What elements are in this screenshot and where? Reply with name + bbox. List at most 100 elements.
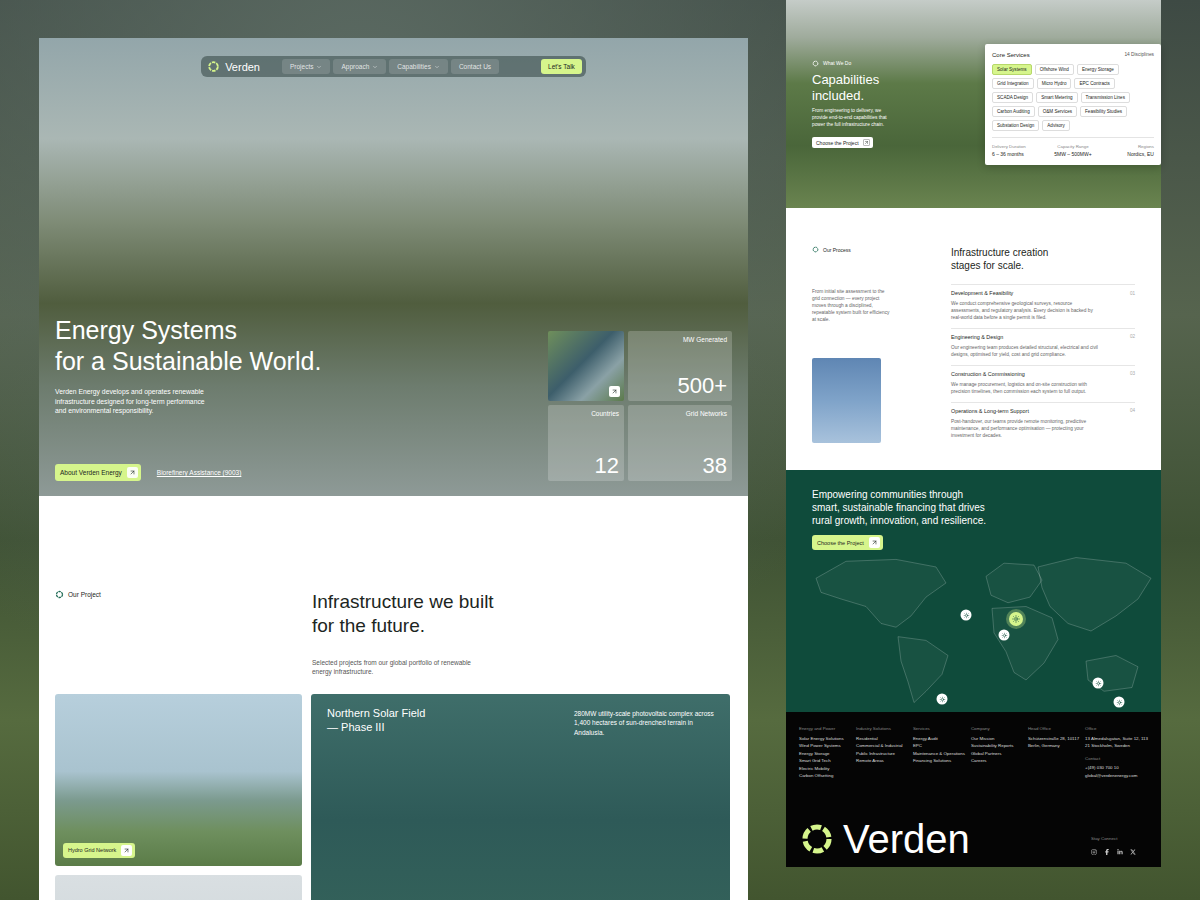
map-pin[interactable]	[1009, 612, 1023, 626]
service-chip[interactable]: Transmission Lines	[1081, 92, 1130, 103]
footer-link[interactable]: Energy Audit	[913, 736, 965, 741]
sun-icon	[939, 696, 945, 702]
community-title: Empowering communities through smart, su…	[812, 488, 990, 527]
hero-link[interactable]: Biorefinery Assistance (9003)	[157, 469, 242, 476]
nav-item[interactable]: Capabilities	[389, 59, 448, 74]
footer-link[interactable]: Energy Storage	[799, 751, 850, 756]
featured-description: 280MW utility-scale photovoltaic complex…	[574, 709, 714, 737]
navbar: Verden ProjectsApproachCapabilitiesContac…	[201, 56, 586, 77]
featured-project-card[interactable]: Northern Solar Field— Phase III280MW uti…	[311, 694, 730, 900]
nav-item[interactable]: Approach	[333, 59, 386, 74]
stat-tile: Countries12	[548, 405, 624, 481]
arrow-up-right-icon	[871, 539, 878, 546]
sun-icon	[1116, 699, 1122, 705]
project-card[interactable]: Hydro Grid Network	[55, 694, 302, 866]
service-chip[interactable]: Solar Systems	[992, 64, 1032, 75]
footer-link[interactable]: Solar Energy Solutions	[799, 736, 850, 741]
about-button[interactable]: About Verden Energy	[55, 464, 141, 481]
map-pin[interactable]	[1114, 697, 1125, 708]
service-chip[interactable]: Feasibility Studies	[1080, 106, 1127, 117]
facebook-icon[interactable]	[1104, 849, 1110, 855]
cta-button[interactable]: Let's Talk	[541, 59, 582, 74]
project-badge[interactable]: Hydro Grid Network	[63, 843, 135, 858]
footer-link[interactable]: EPC	[913, 743, 965, 748]
footer-link[interactable]: Global Partners	[971, 751, 1022, 756]
service-chip[interactable]: Substation Design	[992, 120, 1039, 131]
footer-brand: Verden	[799, 819, 970, 859]
footer-link[interactable]: +(49) 030 700 10	[1085, 765, 1148, 770]
service-stat: Capacity Range5MW – 500MW+	[1047, 144, 1098, 157]
footer-link[interactable]: Smart Grid Tech	[799, 758, 850, 763]
project-card[interactable]	[55, 875, 302, 900]
footer-link[interactable]: Commercial & Industrial	[856, 743, 907, 748]
footer-link[interactable]: Financing Solutions	[913, 758, 965, 763]
choose-project-button[interactable]: Choose the Project	[812, 535, 883, 550]
map-pin[interactable]	[937, 694, 948, 705]
footer-link[interactable]: Our Mission	[971, 736, 1022, 741]
footer-link[interactable]: Wind Power Systems	[799, 743, 850, 748]
footer-link[interactable]: Sustainability Reports	[971, 743, 1022, 748]
process-step[interactable]: Operations & Long-term Support04Post-han…	[951, 402, 1135, 446]
footer-link[interactable]: 13 Almedalsgatan, Suite 12, 113	[1085, 736, 1148, 741]
showcase: Verden ProjectsApproachCapabilitiesContac…	[0, 0, 1200, 900]
sun-icon	[1095, 680, 1101, 686]
sun-icon	[1001, 632, 1007, 638]
process-step[interactable]: Engineering & Design02Our engineering te…	[951, 328, 1135, 365]
hero-description: Verden Energy develops and operates rene…	[55, 387, 215, 416]
logo-icon	[812, 246, 819, 253]
nav-item[interactable]: Projects	[282, 59, 330, 74]
stat-photo[interactable]	[548, 331, 624, 401]
section-title: Infrastructure we builtfor the future.	[312, 590, 732, 638]
service-chip[interactable]: Carbon Auditing	[992, 106, 1035, 117]
footer-column: CompanyOur MissionSustainability Reports…	[971, 726, 1022, 778]
map-pin[interactable]	[999, 630, 1010, 641]
service-chip[interactable]: Grid Integration	[992, 78, 1034, 89]
projects-section: Our ProjectInfrastructure we builtfor th…	[39, 496, 748, 900]
service-chip[interactable]: O&M Services	[1038, 106, 1077, 117]
footer-column: ServicesEnergy AuditEPCMaintenance & Ope…	[913, 726, 965, 778]
arrow-up-right-icon	[864, 140, 869, 145]
process-section: Our Process From initial site assessment …	[786, 208, 1161, 470]
detail-page: What We DoCapabilitiesincluded.From engi…	[786, 0, 1161, 867]
stat-tile: Grid Networks38	[628, 405, 732, 481]
instagram-icon[interactable]	[1091, 849, 1097, 855]
footer-link[interactable]: global@verdenenergy.com	[1085, 773, 1148, 778]
linkedin-icon[interactable]	[1117, 849, 1123, 855]
footer-link[interactable]: 21 Stockholm, Sweden	[1085, 743, 1148, 748]
footer-link[interactable]: Carbon Offsetting	[799, 773, 850, 778]
x-icon[interactable]	[1130, 849, 1136, 855]
choose-project-button[interactable]: Choose the Project	[812, 137, 873, 148]
footer-link[interactable]: Public Infrastructure	[856, 751, 907, 756]
service-chip[interactable]: Smart Metering	[1036, 92, 1077, 103]
service-chip[interactable]: Offshore Wind	[1035, 64, 1074, 75]
footer-link[interactable]: Maintenance & Operations	[913, 751, 965, 756]
footer-link[interactable]: Careers	[971, 758, 1022, 763]
sun-icon	[1012, 615, 1020, 623]
arrow-up-right-icon	[123, 847, 130, 854]
world-map-icon	[786, 550, 1161, 712]
map-pin[interactable]	[961, 610, 972, 621]
map-pin[interactable]	[1093, 678, 1104, 689]
nav-item[interactable]: Contact Us	[451, 59, 499, 74]
process-description: From initial site assessment to the grid…	[812, 289, 892, 324]
brand[interactable]: Verden	[207, 60, 260, 73]
footer-link[interactable]: Electric Mobility	[799, 766, 850, 771]
footer-link[interactable]: Remote Areas	[856, 758, 907, 763]
process-step[interactable]: Development & Feasibility01We conduct co…	[951, 284, 1135, 328]
section-eyebrow: Our Process	[812, 246, 851, 253]
turbine-photo	[812, 358, 881, 443]
footer: Energy and PowerSolar Energy SolutionsWi…	[786, 712, 1161, 867]
service-chip[interactable]: SCADA Design	[992, 92, 1033, 103]
footer-link[interactable]: Schützenstraße 28, 10117	[1028, 736, 1079, 741]
service-chip[interactable]: Energy Storage	[1077, 64, 1119, 75]
footer-link[interactable]: Residential	[856, 736, 907, 741]
service-chip[interactable]: EPC Contracts	[1074, 78, 1114, 89]
landing-page: Verden ProjectsApproachCapabilitiesContac…	[39, 38, 748, 900]
process-step[interactable]: Construction & Commissioning03We manage …	[951, 365, 1135, 402]
service-chip[interactable]: Micro Hydro	[1037, 78, 1072, 89]
logo-icon	[799, 821, 835, 857]
capabilities-section: What We DoCapabilitiesincluded.From engi…	[786, 0, 1161, 208]
sun-icon	[963, 612, 969, 618]
footer-link[interactable]: Berlin, Germany	[1028, 743, 1079, 748]
service-chip[interactable]: Advisory	[1042, 120, 1070, 131]
